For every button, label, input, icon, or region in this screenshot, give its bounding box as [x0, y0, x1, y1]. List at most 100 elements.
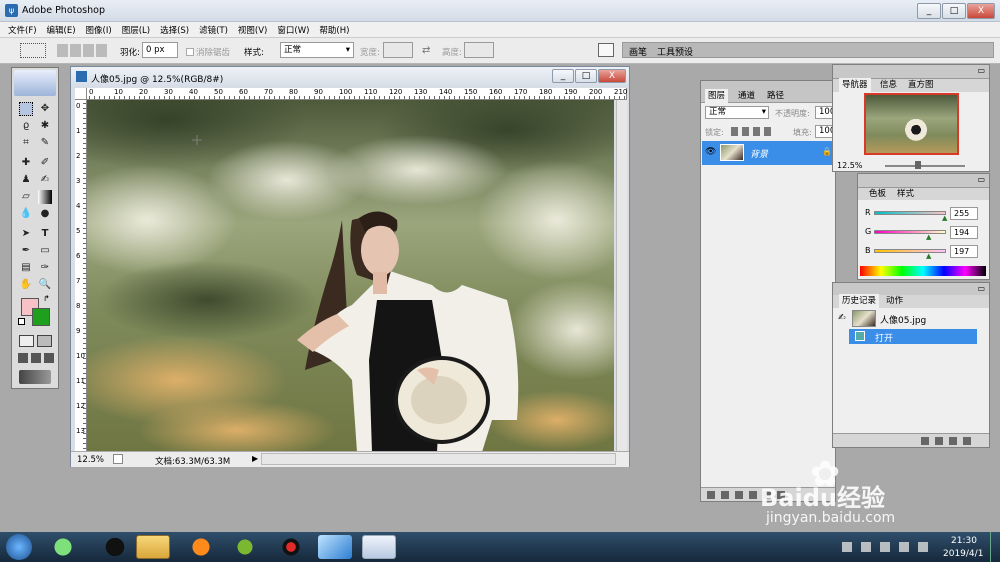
history-footer-icons[interactable]: [921, 437, 971, 445]
blend-mode-select[interactable]: 正常 ▾: [705, 106, 769, 119]
taskbar-360-icon[interactable]: [46, 535, 80, 559]
hand-tool-icon[interactable]: ✋: [19, 278, 33, 292]
vertical-scrollbar[interactable]: [616, 100, 627, 452]
panel-close-icon[interactable]: ▭: [977, 66, 985, 75]
type-tool-icon[interactable]: T: [38, 227, 52, 241]
show-desktop-button[interactable]: [990, 532, 1000, 562]
history-snapshot-row[interactable]: ✍ 人像05.jpg: [834, 309, 988, 328]
horizontal-scrollbar[interactable]: [261, 453, 616, 465]
channel-value-input[interactable]: 194: [950, 226, 978, 239]
menu-view[interactable]: 视图(V): [233, 22, 272, 36]
move-tool-icon[interactable]: ✥: [38, 102, 52, 116]
tab-navigator[interactable]: 导航器: [839, 78, 871, 92]
menu-filter[interactable]: 滤镜(T): [194, 22, 233, 36]
marquee-preset-icon[interactable]: [20, 43, 46, 58]
tab-channels[interactable]: 通道: [735, 89, 758, 103]
channel-slider[interactable]: [874, 249, 946, 253]
menu-layer[interactable]: 图层(L): [117, 22, 155, 36]
close-button[interactable]: X: [967, 3, 995, 19]
marquee-tool-icon[interactable]: [19, 102, 33, 116]
channel-slider-thumb[interactable]: ▲: [942, 214, 947, 222]
toolbox-header-logo[interactable]: [14, 70, 56, 96]
zoom-tool-icon[interactable]: 🔍: [38, 278, 52, 292]
channel-slider[interactable]: [874, 230, 946, 234]
feather-input[interactable]: 0 px: [142, 42, 178, 58]
quick-mask-mode-icon[interactable]: [37, 335, 52, 347]
tab-swatches[interactable]: 色板: [866, 187, 889, 201]
channel-slider-thumb[interactable]: ▲: [926, 233, 931, 241]
tab-histogram[interactable]: 直方图: [905, 78, 937, 92]
lock-icons[interactable]: [731, 127, 775, 136]
tab-tool-presets[interactable]: 工具预设: [657, 45, 693, 58]
healing-brush-tool-icon[interactable]: ✚: [19, 156, 33, 170]
eraser-tool-icon[interactable]: ▱: [19, 190, 33, 204]
tab-info[interactable]: 信息: [877, 78, 900, 92]
maximize-button[interactable]: □: [942, 3, 966, 19]
tab-paths[interactable]: 路径: [764, 89, 787, 103]
menu-help[interactable]: 帮助(H): [314, 22, 354, 36]
clone-stamp-tool-icon[interactable]: ♟: [19, 173, 33, 187]
jump-to-imageready-icon[interactable]: [19, 370, 51, 384]
history-brush-tool-icon[interactable]: ✍: [38, 173, 52, 187]
panel-close-icon[interactable]: ▭: [977, 175, 985, 184]
width-input[interactable]: [383, 42, 413, 58]
tab-brushes[interactable]: 画笔: [629, 45, 647, 58]
blur-tool-icon[interactable]: 💧: [19, 207, 33, 221]
menu-window[interactable]: 窗口(W): [272, 22, 314, 36]
tab-layers[interactable]: 图层: [705, 89, 729, 103]
lasso-tool-icon[interactable]: ϱ: [19, 119, 33, 133]
swap-icon[interactable]: ⇄: [422, 45, 430, 56]
height-input[interactable]: [464, 42, 494, 58]
tab-actions[interactable]: 动作: [883, 294, 906, 308]
doc-minimize-button[interactable]: _: [552, 69, 574, 83]
screen-mode-icons[interactable]: [18, 353, 54, 363]
channel-slider[interactable]: [874, 211, 946, 215]
antialias-checkbox[interactable]: [186, 48, 194, 56]
channel-slider-thumb[interactable]: ▲: [926, 252, 931, 260]
history-brush-icon[interactable]: ✍: [838, 313, 846, 323]
menu-file[interactable]: 文件(F): [0, 22, 42, 36]
slice-tool-icon[interactable]: ✎: [38, 136, 52, 150]
path-selection-tool-icon[interactable]: ➤: [19, 227, 33, 241]
doc-maximize-button[interactable]: □: [575, 69, 597, 83]
shape-tool-icon[interactable]: ▭: [38, 244, 52, 258]
zoom-slider-thumb[interactable]: [915, 161, 921, 169]
taskbar-photoshop-icon[interactable]: [362, 535, 396, 559]
style-select[interactable]: 正常 ▾: [280, 42, 354, 58]
menu-edit[interactable]: 编辑(E): [42, 22, 81, 36]
panel-close-icon[interactable]: ▭: [977, 284, 985, 293]
menu-image[interactable]: 图像(I): [81, 22, 117, 36]
crop-tool-icon[interactable]: ⌗: [19, 136, 33, 150]
canvas-photo[interactable]: [87, 100, 614, 452]
eyedropper-tool-icon[interactable]: ✑: [38, 261, 52, 275]
doc-close-button[interactable]: X: [598, 69, 626, 83]
start-button[interactable]: [6, 534, 32, 560]
tab-styles[interactable]: 样式: [894, 187, 917, 201]
layer-row-background[interactable]: 👁 背景 🔒: [702, 141, 835, 165]
history-item-open[interactable]: 打开: [849, 329, 977, 344]
default-colors-icon[interactable]: [18, 318, 25, 325]
navigator-thumbnail[interactable]: [864, 93, 959, 155]
pen-tool-icon[interactable]: ✒: [19, 244, 33, 258]
palette-well-icon[interactable]: [598, 43, 614, 57]
taskbar-video-icon[interactable]: [228, 535, 262, 559]
brush-tool-icon[interactable]: ✐: [38, 156, 52, 170]
selection-mode-icons[interactable]: [57, 44, 107, 57]
background-color-swatch[interactable]: [32, 308, 50, 326]
taskbar-firefox-icon[interactable]: [184, 535, 218, 559]
status-menu-arrow-icon[interactable]: ▶: [252, 454, 258, 463]
zoom-level[interactable]: 12.5%: [77, 455, 104, 465]
taskbar-qq-icon[interactable]: [98, 535, 132, 559]
tab-history[interactable]: 历史记录: [839, 294, 880, 308]
dodge-tool-icon[interactable]: ●: [38, 207, 52, 221]
taskbar-app-icon[interactable]: [318, 535, 352, 559]
taskbar-folder-icon[interactable]: [136, 535, 170, 559]
swap-colors-icon[interactable]: ↱: [43, 294, 50, 303]
taskbar-record-icon[interactable]: [274, 535, 308, 559]
minimize-button[interactable]: _: [917, 3, 941, 19]
eye-icon[interactable]: 👁: [705, 147, 716, 157]
clock-date[interactable]: 2019/4/1: [943, 549, 983, 559]
notes-tool-icon[interactable]: ▤: [19, 261, 33, 275]
system-tray-icons[interactable]: [842, 542, 934, 552]
menu-select[interactable]: 选择(S): [155, 22, 194, 36]
